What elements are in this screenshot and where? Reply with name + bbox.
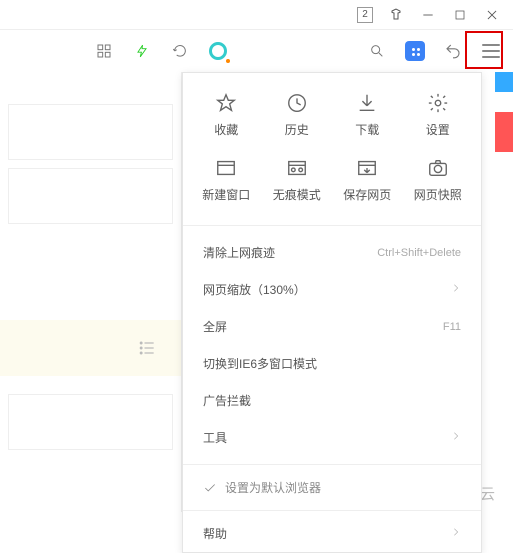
undo-icon[interactable] [439, 37, 467, 65]
maximize-button[interactable] [451, 6, 469, 24]
toolbar [0, 30, 513, 72]
brand-icon[interactable] [204, 37, 232, 65]
clock-icon [285, 91, 309, 115]
content-box [8, 394, 173, 450]
tab-count-badge[interactable]: 2 [357, 7, 373, 23]
refresh-icon[interactable] [166, 37, 194, 65]
grid-label: 新建窗口 [202, 186, 250, 203]
chevron-right-icon [451, 527, 461, 540]
menu-grid: 收藏 历史 下载 设置新建窗口 无痕模式 保存网页 网页快照 [183, 73, 481, 221]
grid-label: 保存网页 [343, 186, 391, 203]
grid-label: 历史 [285, 121, 309, 138]
grid-label: 收藏 [214, 121, 238, 138]
window-icon [214, 156, 238, 180]
minimize-button[interactable] [419, 6, 437, 24]
main-menu-dropdown: 收藏 历史 下载 设置新建窗口 无痕模式 保存网页 网页快照 清除上网痕迹Ctrl+Shif… [182, 72, 482, 553]
incognito-item[interactable]: 无痕模式 [262, 150, 333, 209]
content-box [8, 168, 173, 224]
ie6-mode-item[interactable]: 切换到IE6多窗口模式 [183, 345, 481, 382]
snapshot-item[interactable]: 网页快照 [403, 150, 474, 209]
incognito-icon [285, 156, 309, 180]
zoom-item[interactable]: 网页缩放（130%） [183, 271, 481, 308]
list-icon[interactable] [137, 338, 157, 358]
content-box [8, 104, 173, 160]
default-browser-item[interactable]: 设置为默认浏览器 [183, 469, 481, 506]
save-icon [355, 156, 379, 180]
titlebar: 2 [0, 0, 513, 30]
download-item[interactable]: 下载 [332, 85, 403, 144]
apps-icon[interactable] [90, 37, 118, 65]
wardrobe-icon[interactable] [387, 6, 405, 24]
chevron-right-icon [451, 283, 461, 296]
bolt-icon[interactable] [128, 37, 156, 65]
menu-highlight-marker [465, 31, 503, 69]
right-decoration [495, 72, 513, 512]
gear-icon [426, 91, 450, 115]
close-button[interactable] [483, 6, 501, 24]
tools-item[interactable]: 工具 [183, 419, 481, 456]
check-icon [203, 481, 217, 495]
adblock-item[interactable]: 广告拦截 [183, 382, 481, 419]
star-icon [214, 91, 238, 115]
clear-history-item[interactable]: 清除上网痕迹Ctrl+Shift+Delete [183, 234, 481, 271]
grid-label: 网页快照 [414, 186, 462, 203]
grid-apps-button[interactable] [401, 37, 429, 65]
search-icon[interactable] [363, 37, 391, 65]
list-toolbar [0, 320, 181, 376]
chevron-right-icon [451, 431, 461, 444]
newwin-item[interactable]: 新建窗口 [191, 150, 262, 209]
savepage-item[interactable]: 保存网页 [332, 150, 403, 209]
grid-label: 下载 [355, 121, 379, 138]
favorite-item[interactable]: 收藏 [191, 85, 262, 144]
left-panel [0, 72, 182, 512]
grid-label: 设置 [426, 121, 450, 138]
camera-icon [426, 156, 450, 180]
fullscreen-item[interactable]: 全屏F11 [183, 308, 481, 345]
help-item[interactable]: 帮助 [183, 515, 481, 552]
history-item[interactable]: 历史 [262, 85, 333, 144]
settings-item[interactable]: 设置 [403, 85, 474, 144]
grid-label: 无痕模式 [273, 186, 321, 203]
download-icon [355, 91, 379, 115]
